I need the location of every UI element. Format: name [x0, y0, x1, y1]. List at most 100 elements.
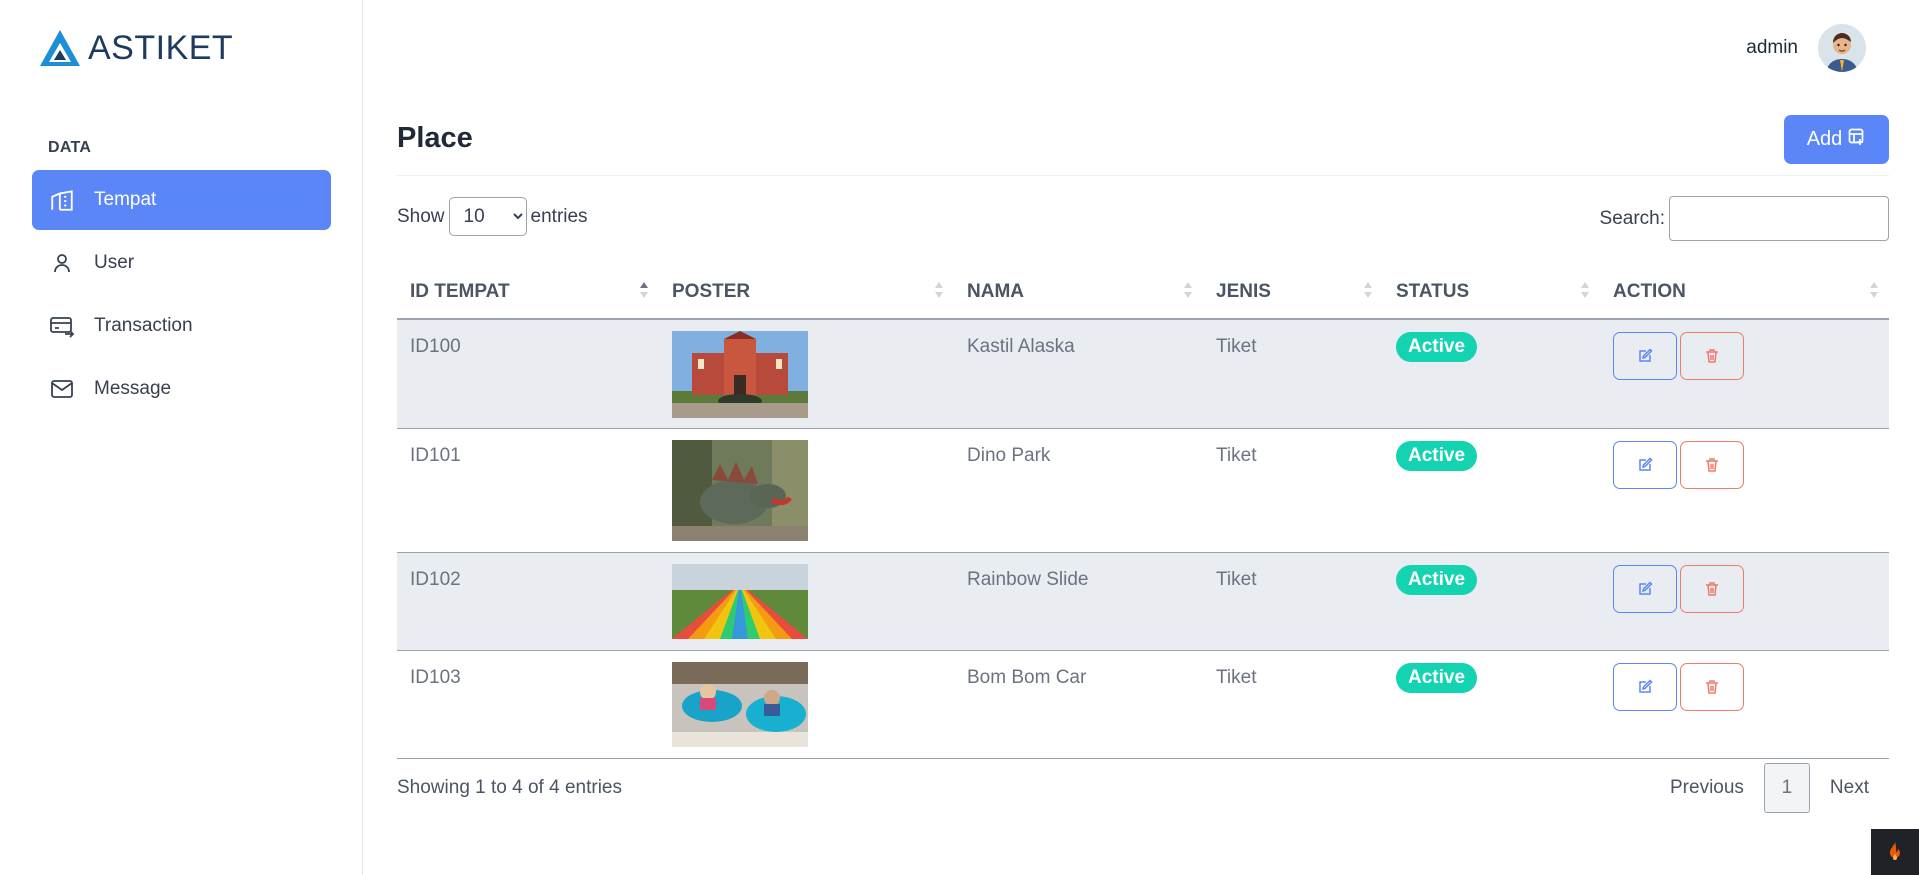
user-name: admin — [1746, 37, 1798, 58]
edit-icon — [1639, 678, 1653, 693]
brand-logo[interactable]: ASTIKET — [38, 26, 233, 70]
table-row: ID103 Bom Bom Car Tiket Active — [397, 650, 1889, 759]
cell-id: ID102 — [397, 552, 659, 651]
avatar[interactable] — [1818, 24, 1866, 72]
search-input[interactable] — [1669, 196, 1889, 241]
search-label: Search: — [1599, 207, 1665, 229]
sidebar-item-label: Tempat — [94, 189, 157, 210]
edit-button[interactable] — [1613, 440, 1677, 489]
table-info: Showing 1 to 4 of 4 entries — [397, 777, 622, 798]
table-row: ID102 Rainbow Slide Tiket Active — [397, 552, 1889, 651]
card-transfer-icon — [48, 312, 76, 340]
sort-icon — [1364, 282, 1372, 298]
sidebar-section-title: DATA — [48, 139, 92, 156]
column-header-nama[interactable]: NAMA — [954, 266, 1203, 320]
column-label: ID TEMPAT — [410, 281, 510, 302]
delete-button[interactable] — [1680, 332, 1744, 380]
status-badge: Active — [1396, 564, 1478, 595]
flame-icon — [1890, 840, 1900, 860]
column-header-poster[interactable]: POSTER — [659, 266, 954, 320]
rainbow-slide-photo[interactable] — [672, 563, 808, 639]
user-icon — [48, 249, 76, 277]
edit-button[interactable] — [1613, 662, 1677, 711]
sidebar-item-message[interactable]: Message — [32, 359, 331, 419]
brand-name: ASTIKET — [88, 28, 234, 67]
cell-status: Active — [1383, 650, 1600, 759]
column-header-action[interactable]: ACTION — [1600, 266, 1889, 320]
cell-jenis: Tiket — [1203, 319, 1383, 429]
column-label: STATUS — [1396, 281, 1470, 302]
show-label: Show — [397, 205, 445, 227]
column-header-jenis[interactable]: JENIS — [1203, 266, 1383, 320]
cell-status: Active — [1383, 552, 1600, 651]
cell-poster — [659, 552, 954, 651]
edit-icon — [1639, 456, 1653, 471]
cell-action — [1600, 552, 1889, 651]
trash-icon — [1706, 581, 1718, 596]
sort-icon — [1870, 282, 1878, 298]
trash-icon — [1706, 679, 1718, 694]
cell-poster — [659, 428, 954, 553]
add-button[interactable]: Add — [1784, 115, 1889, 164]
delete-button[interactable] — [1680, 440, 1744, 489]
cell-jenis: Tiket — [1203, 650, 1383, 759]
page-button-current[interactable]: 1 — [1763, 763, 1810, 813]
logo-icon — [40, 30, 80, 66]
places-table: ID TEMPAT POSTER NAMA JENIS STATUS ACTIO… — [397, 266, 1889, 759]
cell-nama: Rainbow Slide — [954, 552, 1203, 651]
debug-toolbar-toggle[interactable] — [1871, 829, 1919, 875]
cell-jenis: Tiket — [1203, 428, 1383, 553]
cell-poster — [659, 319, 954, 429]
sort-icon — [1581, 282, 1589, 298]
user-menu[interactable]: admin — [1746, 24, 1866, 72]
entries-select[interactable]: 10 — [448, 197, 527, 236]
sidebar-item-label: Message — [94, 378, 172, 399]
trash-icon — [1706, 349, 1718, 363]
sidebar-item-user[interactable]: User — [32, 233, 331, 293]
delete-button[interactable] — [1680, 662, 1744, 711]
bumper-car-photo[interactable] — [672, 661, 808, 747]
table-row: ID100 Kastil Alaska Tiket Active — [397, 319, 1889, 429]
column-label: JENIS — [1216, 281, 1271, 302]
cell-id: ID100 — [397, 319, 659, 429]
column-header-id[interactable]: ID TEMPAT — [397, 266, 659, 320]
edit-button[interactable] — [1613, 332, 1677, 380]
cell-nama: Dino Park — [954, 428, 1203, 553]
status-badge: Active — [1396, 662, 1478, 693]
sort-icon — [935, 282, 943, 298]
cell-id: ID103 — [397, 650, 659, 759]
dinosaur-photo[interactable] — [672, 439, 808, 541]
page-title: Place — [397, 122, 473, 154]
sidebar-item-tempat[interactable]: Tempat — [32, 170, 331, 230]
status-badge: Active — [1396, 332, 1478, 362]
status-badge: Active — [1396, 440, 1478, 471]
entries-length-control: Show 10 entries — [397, 197, 588, 236]
trash-icon — [1706, 457, 1718, 472]
next-button[interactable]: Next — [1810, 777, 1889, 799]
table-header-row: ID TEMPAT POSTER NAMA JENIS STATUS ACTIO… — [397, 266, 1889, 320]
entries-label: entries — [530, 205, 588, 227]
column-header-status[interactable]: STATUS — [1383, 266, 1600, 320]
cell-jenis: Tiket — [1203, 552, 1383, 651]
cell-poster — [659, 650, 954, 759]
edit-icon — [1639, 580, 1653, 595]
pagination: Previous 1 Next — [1650, 763, 1889, 813]
cell-id: ID101 — [397, 428, 659, 553]
add-label: Add — [1806, 128, 1843, 150]
sort-asc-icon — [640, 282, 648, 298]
previous-button[interactable]: Previous — [1650, 777, 1764, 799]
delete-button[interactable] — [1680, 564, 1744, 613]
sidebar-item-label: Transaction — [94, 315, 193, 336]
building-icon — [48, 186, 76, 214]
column-label: POSTER — [672, 281, 751, 302]
cell-status: Active — [1383, 319, 1600, 429]
edit-button[interactable] — [1613, 564, 1677, 613]
sidebar: ASTIKET DATA Tempat User Transaction Mes… — [0, 0, 363, 875]
cell-nama: Kastil Alaska — [954, 319, 1203, 429]
column-label: ACTION — [1613, 281, 1686, 302]
castle-photo[interactable] — [672, 331, 808, 418]
cell-status: Active — [1383, 428, 1600, 553]
sidebar-item-transaction[interactable]: Transaction — [32, 296, 331, 356]
cell-action — [1600, 650, 1889, 759]
mail-icon — [48, 375, 76, 403]
